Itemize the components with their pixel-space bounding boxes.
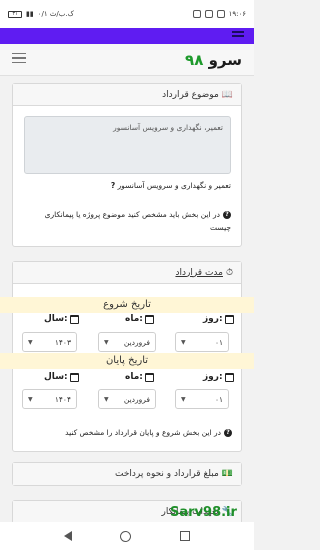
calendar-check-icon bbox=[144, 372, 154, 382]
start-year-label: سال: bbox=[44, 314, 79, 324]
payment-card[interactable]: مبلغ قرارداد و نحوه پرداخت 💵 bbox=[12, 462, 242, 486]
logo-number: ۹۸ bbox=[185, 50, 204, 69]
gallery-icon bbox=[216, 10, 225, 18]
contract-subject-summary-text: تعمیر و نگهداری و سرویس آسانسور bbox=[117, 181, 231, 190]
help-icon: ? bbox=[223, 211, 231, 219]
contract-subject-textarea[interactable]: تعمیر، نگهداری و سرویس آسانسور bbox=[24, 116, 231, 174]
calendar-check-icon bbox=[144, 314, 154, 324]
payment-title: مبلغ قرارداد و نحوه پرداخت bbox=[114, 469, 219, 479]
chevron-down-icon: ▼ bbox=[104, 395, 109, 403]
end-month-select[interactable]: ▼ فروردین bbox=[98, 389, 156, 409]
end-day-label: روز: bbox=[203, 372, 234, 382]
start-day-select[interactable]: ▼ ۰۱ bbox=[175, 332, 229, 352]
browser-menu-icon[interactable] bbox=[232, 31, 244, 39]
calendar-x-icon bbox=[69, 314, 79, 324]
money-icon: 💵 bbox=[221, 469, 233, 479]
book-icon: 📖 bbox=[221, 89, 233, 100]
end-year-label: سال: bbox=[44, 372, 79, 382]
clock-icon: ⏱ bbox=[225, 267, 233, 278]
help-icon: ? bbox=[224, 429, 232, 437]
start-year-select[interactable]: ▼ ۱۴۰۳ bbox=[22, 332, 77, 352]
hamburger-menu-icon[interactable] bbox=[12, 52, 26, 67]
end-date-title: تاریخ پایان bbox=[0, 353, 254, 369]
end-month-label: ماه: bbox=[125, 372, 154, 382]
contract-subject-hint: ?در این بخش باید مشخص کنید موضوع پروژه ی… bbox=[23, 208, 231, 234]
site-logo[interactable]: سرو ۹۸ bbox=[185, 51, 242, 69]
instagram-icon bbox=[204, 10, 213, 18]
signal-icon: ▮▮ bbox=[26, 10, 34, 18]
battery-icon: ۳۱ bbox=[8, 10, 22, 18]
calendar-x-icon bbox=[69, 372, 79, 382]
start-date-title: تاریخ شروع bbox=[0, 297, 254, 313]
chevron-down-icon: ▼ bbox=[104, 338, 109, 346]
payment-header[interactable]: مبلغ قرارداد و نحوه پرداخت 💵 bbox=[13, 463, 241, 485]
main-content: موضوع قرارداد 📖 تعمیر، نگهداری و سرویس آ… bbox=[0, 76, 254, 522]
notification-icon bbox=[192, 10, 201, 18]
chevron-down-icon: ▼ bbox=[181, 338, 186, 346]
question-icon: ? bbox=[110, 181, 116, 190]
back-icon[interactable] bbox=[64, 531, 73, 541]
chevron-down-icon: ▼ bbox=[28, 338, 33, 346]
start-month-label: ماه: bbox=[125, 314, 154, 324]
contract-duration-title: مدت قرارداد bbox=[175, 267, 223, 278]
start-day-label: روز: bbox=[203, 314, 234, 324]
recent-apps-icon[interactable] bbox=[179, 531, 190, 541]
contract-duration-hint: ?در این بخش شروع و پایان قرارداد را مشخص… bbox=[22, 426, 232, 439]
status-bar: ۳۱ ▮▮ ۰/۱ ک.ب/ث ۱۹:۰۶ bbox=[0, 0, 254, 28]
contract-subject-hint-text: در این بخش باید مشخص کنید موضوع پروژه یا… bbox=[44, 210, 231, 232]
contract-subject-title: موضوع قرارداد bbox=[162, 89, 219, 100]
contract-subject-header: موضوع قرارداد 📖 bbox=[13, 84, 241, 106]
clock: ۱۹:۰۶ bbox=[228, 10, 246, 18]
end-day-select[interactable]: ▼ ۰۱ bbox=[175, 389, 229, 409]
calendar-icon bbox=[224, 314, 234, 324]
browser-toolbar bbox=[0, 28, 254, 44]
contract-subject-card: موضوع قرارداد 📖 تعمیر، نگهداری و سرویس آ… bbox=[12, 83, 242, 247]
chevron-down-icon: ▼ bbox=[28, 395, 33, 403]
contract-duration-header: مدت قرارداد ⏱ bbox=[13, 262, 241, 284]
calendar-icon bbox=[224, 372, 234, 382]
chevron-down-icon: ▼ bbox=[181, 395, 186, 403]
app-header: سرو ۹۸ bbox=[0, 44, 254, 76]
site-watermark: Sarv98.ir bbox=[170, 505, 237, 520]
start-month-select[interactable]: ▼ فروردین bbox=[98, 332, 156, 352]
logo-text: سرو bbox=[208, 50, 242, 69]
home-icon[interactable] bbox=[120, 530, 132, 542]
system-navigation-bar bbox=[0, 522, 254, 550]
network-speed: ۰/۱ ک.ب/ث bbox=[37, 10, 74, 18]
end-year-select[interactable]: ▼ ۱۴۰۴ bbox=[22, 389, 77, 409]
contract-subject-summary: تعمیر و نگهداری و سرویس آسانسور ? bbox=[111, 181, 231, 190]
